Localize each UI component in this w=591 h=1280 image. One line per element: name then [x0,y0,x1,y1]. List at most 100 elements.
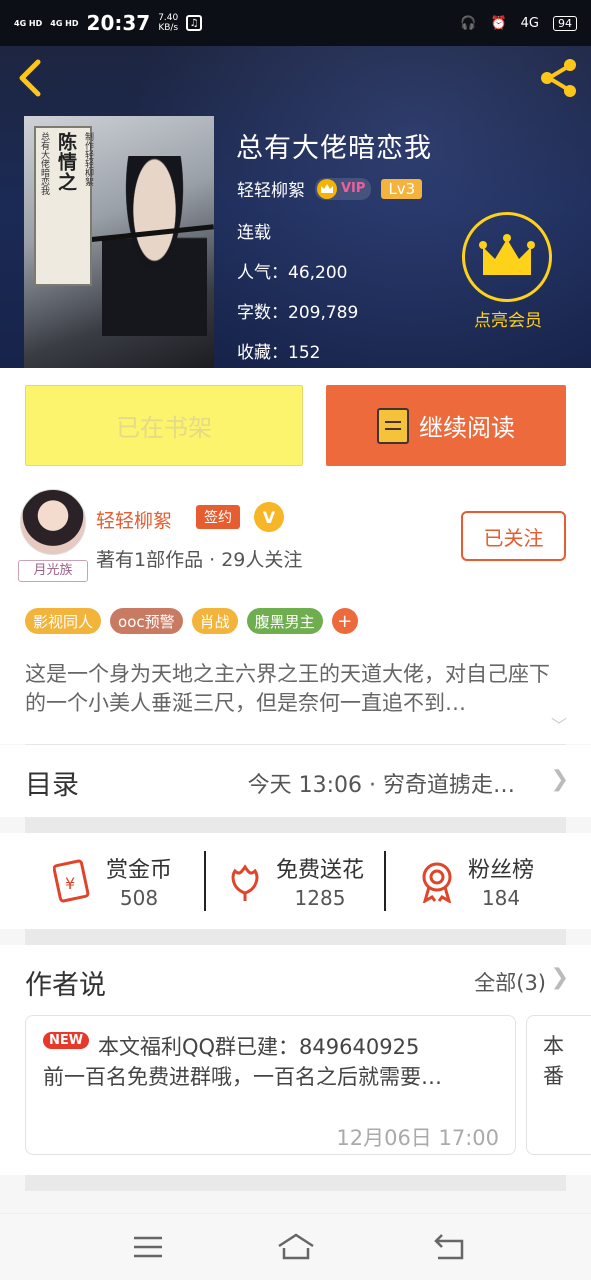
home-icon[interactable] [276,1232,316,1262]
continue-reading-button[interactable]: 继续阅读 [326,385,566,466]
reward-coins-button[interactable]: ¥ 赏金币 508 [52,849,172,913]
author-note-card[interactable]: 本 番 [526,1015,591,1155]
add-tag-button[interactable]: + [331,608,358,634]
network-speed: 7.40 KB/s [158,13,178,33]
note-date: 12月06日 17:00 [336,1126,499,1150]
author-name[interactable]: 轻轻柳絮 [96,506,172,533]
book-cover[interactable]: 总有大佬暗恋我 陈情之 制作轻轻柳絮 [24,116,214,368]
book-wordcount: 字数：209,789 [237,298,358,323]
crown-icon [479,234,535,275]
back-nav-icon[interactable] [432,1232,468,1262]
note-text: 前一百名免费进群哦，一百名之后就需要… [43,1065,442,1089]
favorites-value: 152 [288,343,321,363]
vip-badge: VIP [315,177,372,200]
tag-item[interactable]: ooc预警 [110,608,183,634]
book-favorites: 收藏：152 [237,338,320,363]
author-works: 著有1部作品 · 29人关注 [96,549,303,571]
tag-item[interactable]: 肖战 [191,608,238,634]
note-title: 本文福利QQ群已建：849640925 [98,1035,420,1059]
chevron-right-icon[interactable]: ❯ [551,965,569,990]
signal-indicator-2: 4G HD [50,18,79,28]
verified-badge-icon: V [254,502,284,532]
action-bar: 已在书架 继续阅读 [0,368,591,486]
book-title: 总有大佬暗恋我 [236,133,432,164]
note-peek: 本 番 [543,1031,564,1091]
view-all-notes-link[interactable]: 全部(3) [474,967,546,997]
status-bar: 4G HD 4G HD 20:37 7.40 KB/s ♫ 🎧 ⏰ 4G 94 [0,0,591,46]
wordcount-value: 209,789 [288,303,359,323]
medal-icon [414,858,460,904]
speed-value: 7.40 [158,13,179,23]
signal-indicator-1: 4G HD [14,18,43,28]
clock: 20:37 [86,11,151,35]
vip-label: VIP [341,181,366,196]
note-peek-line: 本 [543,1034,564,1058]
in-shelf-button[interactable]: 已在书架 [25,385,303,466]
tag-list: 影视同人 ooc预警 肖战 腹黑男主 + [0,596,591,648]
back-icon[interactable] [12,58,48,98]
music-app-icon: ♫ [186,15,203,31]
signed-badge: 签约 [196,505,240,529]
gift-count: 508 [119,886,159,910]
table-of-contents-row[interactable]: 目录 今天 13:06 · 穷奇道掳走… ❯ [0,745,591,817]
cover-title-label: 总有大佬暗恋我 陈情之 制作轻轻柳絮 [34,126,93,286]
network-4g-label: 4G [520,15,539,31]
divider [204,851,206,911]
vip-member-label: 点亮会员 [474,311,542,331]
avatar-tag: 月光族 [18,560,88,582]
author-notes-title: 作者说 [25,970,106,1001]
fan-ranking-button[interactable]: 粉丝榜 184 [414,849,534,913]
book-header: 总有大佬暗恋我 陈情之 制作轻轻柳絮 总有大佬暗恋我 轻轻柳絮 VIP Lv3 … [0,46,591,368]
author-notes-section: 作者说 全部(3) ❯ NEW 本文福利QQ群已建：849640925 前一百名… [0,945,591,1175]
popularity-value: 46,200 [288,263,348,283]
author-note-card[interactable]: NEW 本文福利QQ群已建：849640925 前一百名免费进群哦，一百名之后就… [25,1015,516,1155]
toc-title: 目录 [25,770,79,801]
red-envelope-icon: ¥ [52,858,98,904]
headphone-icon: 🎧 [460,15,477,31]
gift-label: 赏金币 [106,858,173,883]
wordcount-label: 字数： [237,303,288,323]
svg-text:¥: ¥ [65,874,75,893]
book-popularity: 人气：46,200 [237,258,347,283]
note-peek-line: 番 [543,1064,564,1088]
vip-crown-circle [462,212,552,302]
system-nav-bar [0,1213,591,1280]
latest-chapter: 今天 13:06 · 穷奇道掳走… [247,773,515,798]
avatar[interactable] [20,489,86,555]
battery-icon: 94 [553,15,577,31]
free-flower-button[interactable]: 免费送花 1285 [222,849,364,913]
level-badge: Lv3 [381,178,423,199]
book-author[interactable]: 轻轻柳絮 [237,176,305,201]
gift-label: 粉丝榜 [468,858,535,883]
chevron-right-icon: ❯ [550,767,569,792]
speed-unit: KB/s [158,23,179,33]
gift-count: 184 [481,886,521,910]
favorites-label: 收藏： [237,343,288,363]
author-section: 月光族 轻轻柳絮 签约 V 著有1部作品 · 29人关注 已关注 [0,486,591,596]
divider [384,851,386,911]
tag-item[interactable]: 影视同人 [25,608,102,634]
tag-item[interactable]: 腹黑男主 [246,608,323,634]
cover-title: 陈情之 [55,132,77,192]
book-icon [377,407,409,444]
gift-bar: ¥ 赏金币 508 免费送花 1285 粉丝榜 184 [0,833,591,929]
chevron-down-icon[interactable]: ﹀ [551,712,567,736]
cover-subtitle: 总有大佬暗恋我 [39,132,49,195]
flower-icon [222,858,268,904]
share-icon[interactable] [537,56,581,100]
gift-label: 免费送花 [276,858,365,883]
book-status: 连载 [237,223,271,243]
book-author-row: 轻轻柳絮 VIP Lv3 [237,176,423,201]
menu-icon[interactable] [130,1232,166,1262]
section-gap [25,1175,566,1191]
gift-count: 1285 [294,886,346,910]
book-intro[interactable]: 这是一个身为天地之主六界之王的天道大佬，对自己座下的一个小美人垂涎三尺，但是奈何… [0,648,591,744]
cover-figure [102,156,207,336]
cover-credit: 制作轻轻柳絮 [83,132,93,186]
follow-button[interactable]: 已关注 [461,511,566,561]
intro-text: 这是一个身为天地之主六界之王的天道大佬，对自己座下的一个小美人垂涎三尺，但是奈何… [25,662,550,715]
crown-icon [317,178,337,199]
alarm-icon: ⏰ [490,15,507,31]
vip-member-button[interactable]: 点亮会员 [462,212,554,331]
section-gap [25,817,566,833]
